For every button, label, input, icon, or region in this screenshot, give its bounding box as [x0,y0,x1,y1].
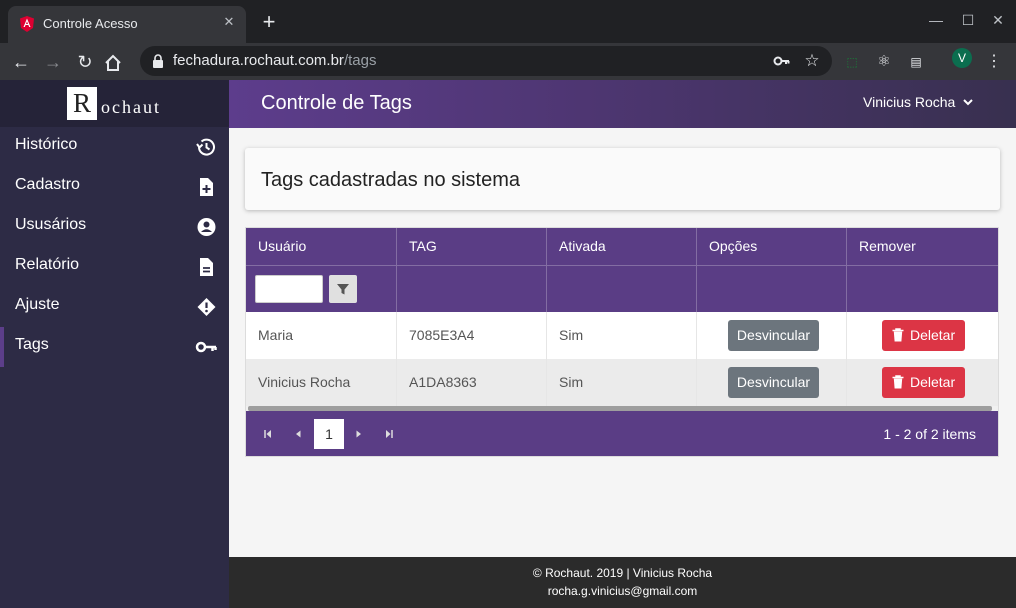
brand-initial: R [67,87,97,120]
sidebar-item-label: Relatório [15,256,80,273]
chevron-down-icon[interactable] [961,95,975,109]
column-header-remover[interactable]: Remover [847,228,998,265]
first-page-icon[interactable] [259,425,277,443]
previous-page-icon[interactable] [289,425,307,443]
deletar-label: Deletar [910,327,956,343]
cell-tag: 7085E3A4 [397,312,547,359]
extension-page-icon[interactable]: ▤ [906,52,926,72]
table-row[interactable]: Maria 7085E3A4 Sim Desvincular Deletar [246,312,998,359]
filter-button[interactable] [329,275,357,303]
browser-toolbar: ← → ↻ fechadura.rochaut.com.br/tags ☆ ⬚ … [0,43,1016,80]
cell-usuario: Maria [246,312,397,359]
last-page-icon[interactable] [380,425,398,443]
next-page-icon[interactable] [350,425,368,443]
pager-info: 1 - 2 of 2 items [883,426,976,442]
footer: © Rochaut. 2019 | Vinicius Rocha rocha.g… [229,557,1016,608]
history-icon [196,138,215,156]
desvincular-button[interactable]: Desvincular [728,367,819,398]
back-icon[interactable]: ← [8,49,34,75]
sidebar-item-label: Tags [15,336,49,353]
cell-remover: Deletar [847,312,998,359]
brand-logo[interactable]: R ochaut [0,80,229,127]
column-header-opcoes[interactable]: Opções [697,228,847,265]
cell-ativada: Sim [547,359,697,406]
key-icon [195,341,217,353]
column-header-ativada[interactable]: Ativada [547,228,697,265]
sidebar-item-ajuste[interactable]: Ajuste [0,287,229,327]
angular-icon [20,16,34,32]
footer-copyright: © Rochaut. 2019 | Vinicius Rocha [532,566,713,580]
cell-ativada: Sim [547,312,697,359]
address-bar[interactable]: fechadura.rochaut.com.br/tags ☆ [140,46,832,76]
trash-icon [892,328,904,342]
document-icon [200,258,213,276]
filter-cell [246,265,397,312]
sidebar-item-label: Ajuste [15,296,60,313]
page-title: Controle de Tags [261,92,412,114]
cell-opcoes: Desvincular [697,312,847,359]
sidebar-item-historico[interactable]: Histórico [0,127,229,167]
column-header-usuario[interactable]: Usuário [246,228,397,265]
sidebar: R ochaut Histórico Cadastro Ususários Re… [0,80,229,608]
desvincular-button[interactable]: Desvincular [728,320,819,351]
section-card: Tags cadastradas no sistema [245,148,1000,210]
browser-tab[interactable]: Controle Acesso ✕ [8,6,246,43]
deletar-label: Deletar [910,374,956,390]
cell-opcoes: Desvincular [697,359,847,406]
tab-title: Controle Acesso [43,16,138,31]
forward-icon[interactable]: → [40,49,66,75]
footer-email: rocha.g.vinicius@gmail.com [547,584,698,598]
lock-icon [153,54,163,68]
reload-icon[interactable]: ↻ [72,49,98,75]
sidebar-item-usuarios[interactable]: Ususários [0,207,229,247]
sidebar-item-label: Ususários [15,216,87,233]
pager: 1 1 - 2 of 2 items [246,411,998,456]
sidebar-item-tags[interactable]: Tags [0,327,229,367]
sidebar-item-label: Histórico [15,136,78,153]
browser-tabbar: Controle Acesso ✕ + — ☐ ✕ [0,0,1016,43]
cell-tag: A1DA8363 [397,359,547,406]
file-plus-icon [200,178,213,196]
sidebar-item-label: Cadastro [15,176,80,193]
react-devtools-icon[interactable]: ⚛ [874,52,894,72]
filter-cell [397,265,547,312]
minimize-icon[interactable]: — [926,10,946,30]
bookmark-star-icon[interactable]: ☆ [802,51,822,71]
user-menu[interactable]: Vinicius Rocha [863,94,955,110]
alert-icon [197,298,216,316]
cell-usuario: Vinicius Rocha [246,359,397,406]
trash-icon [892,375,904,389]
browser-menu-icon[interactable]: ⋮ [984,52,1004,72]
maximize-icon[interactable]: ☐ [958,10,978,30]
cell-remover: Deletar [847,359,998,406]
app-header: Controle de Tags Vinicius Rocha [229,80,1016,128]
deletar-button[interactable]: Deletar [882,320,965,351]
card-title: Tags cadastradas no sistema [261,169,521,191]
filter-icon [337,284,349,295]
column-header-tag[interactable]: TAG [397,228,547,265]
url-text: fechadura.rochaut.com.br/tags [173,52,377,69]
profile-avatar[interactable]: V [952,48,972,68]
new-tab-button[interactable]: + [258,11,280,33]
grid-header: Usuário TAG Ativada Opções Remover [246,228,998,312]
sidebar-item-cadastro[interactable]: Cadastro [0,167,229,207]
tab-close-icon[interactable]: ✕ [220,13,238,31]
home-icon[interactable] [104,54,122,72]
brand-text: ochaut [101,97,161,117]
usuario-filter-input[interactable] [255,275,323,303]
page-number-current[interactable]: 1 [314,419,344,449]
extension-screenshot-icon[interactable]: ⬚ [842,52,862,72]
deletar-button[interactable]: Deletar [882,367,965,398]
filter-cell [697,265,847,312]
filter-cell [847,265,998,312]
sidebar-item-relatorio[interactable]: Relatório [0,247,229,287]
tags-grid: Usuário TAG Ativada Opções Remover Maria… [245,227,999,457]
account-circle-icon [197,218,216,236]
filter-cell [547,265,697,312]
table-row[interactable]: Vinicius Rocha A1DA8363 Sim Desvincular … [246,359,998,406]
window-close-icon[interactable]: ✕ [988,10,1008,30]
key-icon[interactable] [772,51,792,71]
